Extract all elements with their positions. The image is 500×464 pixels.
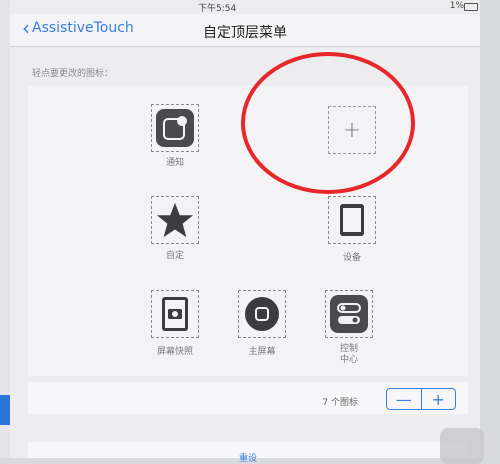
label-custom: 自定 <box>165 251 184 261</box>
icon-count: 7 个图标 <box>322 398 358 408</box>
slot-custom[interactable] <box>151 196 199 244</box>
slot-screenshot[interactable] <box>151 290 199 338</box>
status-time: 下午5:54 <box>198 4 237 14</box>
icon-count-stepper: — + <box>386 388 456 410</box>
label-control-center: 控制 中心 <box>339 344 358 365</box>
instruction-text: 轻点要更改的图标： <box>32 69 114 79</box>
label-home: 主屏幕 <box>248 347 276 357</box>
label-notifications: 通知 <box>165 158 184 168</box>
label-screenshot: 屏幕快照 <box>156 347 193 357</box>
icon-count-bar: 7 个图标 — + <box>28 382 468 414</box>
reset-label: 重设 <box>238 454 257 464</box>
control-center-icon <box>330 295 368 333</box>
highlight-circle-annotation <box>241 52 415 194</box>
page-title: 自定顶层菜单 <box>203 25 287 41</box>
notifications-icon <box>156 109 194 147</box>
slot-notifications[interactable] <box>151 104 199 152</box>
decrease-button[interactable]: — <box>387 389 421 409</box>
label-device: 设备 <box>342 253 361 263</box>
screenshot-icon <box>156 295 194 333</box>
slot-home[interactable] <box>238 290 286 338</box>
assistive-touch-button[interactable] <box>440 428 484 464</box>
star-icon <box>156 201 194 239</box>
settings-screen: 下午5:54 1% ‹ AssistiveTouch 自定顶层菜单 轻点要更改的… <box>10 0 480 464</box>
navigation-bar: ‹ AssistiveTouch 自定顶层菜单 <box>10 14 480 47</box>
slot-device[interactable] <box>328 196 376 244</box>
battery-percent: 1% <box>449 1 464 11</box>
ipad-icon <box>333 201 371 239</box>
slot-control-center[interactable] <box>325 290 373 338</box>
increase-button[interactable]: + <box>422 389 456 409</box>
home-button-icon <box>243 295 281 333</box>
background-app-accent <box>0 395 10 425</box>
battery-icon <box>464 3 478 11</box>
reset-row[interactable]: 重设 <box>28 442 468 464</box>
